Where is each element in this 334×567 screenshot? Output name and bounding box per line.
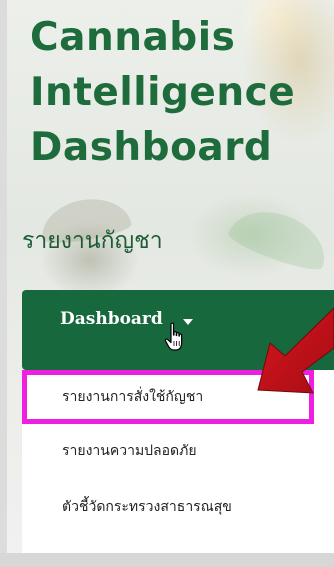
- site-title: Cannabis Intelligence Dashboard: [30, 10, 320, 175]
- dashboard-dropdown-label: Dashboard: [60, 309, 163, 329]
- menu-item-label: ตัวชี้วัดกระทรวงสาธารณสุข: [62, 499, 232, 515]
- page-subtitle: รายงานกัญชา: [22, 228, 163, 254]
- hand-pointer-icon: [164, 322, 183, 351]
- menu-item-safety-report[interactable]: รายงานความปลอดภัย: [22, 424, 314, 478]
- menu-item-moph-indicators[interactable]: ตัวชี้วัดกระทรวงสาธารณสุข: [22, 480, 314, 534]
- site-title-line-2: Intelligence: [30, 70, 296, 115]
- site-title-line-1: Cannabis: [30, 15, 236, 60]
- left-edge-strip: [0, 0, 7, 567]
- dashboard-dropdown-button[interactable]: Dashboard: [22, 290, 334, 370]
- menu-item-label: รายงานการสั่งใช้กัญชา: [62, 389, 204, 405]
- site-title-line-3: Dashboard: [30, 125, 273, 170]
- menu-item-label: รายงานความปลอดภัย: [62, 443, 197, 459]
- menu-item-prescription-report[interactable]: รายงานการสั่งใช้กัญชา: [22, 370, 314, 424]
- bottom-edge-strip: [0, 553, 334, 567]
- dashboard-dropdown-menu: รายงานการสั่งใช้กัญชา รายงานความปลอดภัย …: [22, 370, 334, 567]
- screenshot-frame: Cannabis Intelligence Dashboard รายงานกั…: [0, 0, 334, 567]
